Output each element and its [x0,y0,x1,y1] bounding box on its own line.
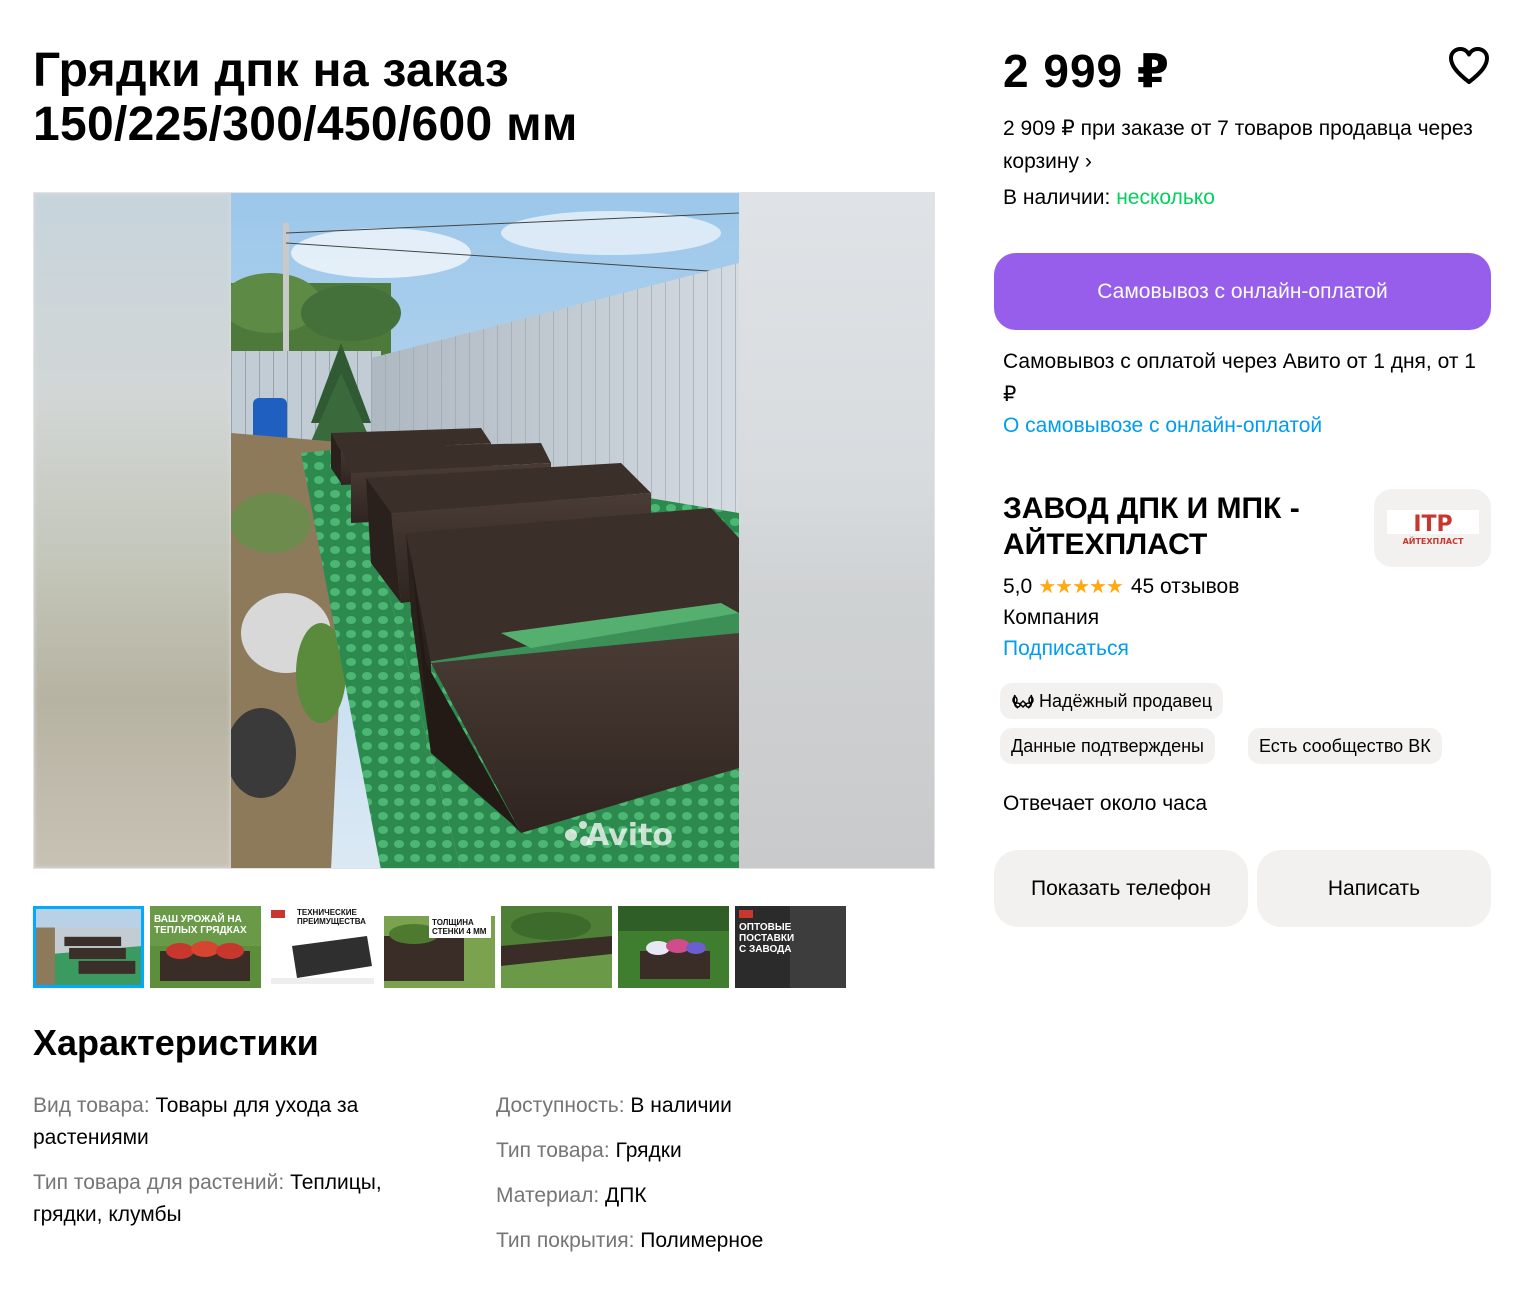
listing-title: Грядки дпк на заказ 150/225/300/450/600 … [33,44,933,152]
characteristic-key: Тип товара для растений: [33,1171,291,1194]
badge-label: Есть сообщество ВК [1259,735,1431,756]
seller-logo[interactable]: ITP АЙТЕХПЛАСТ [1374,489,1491,567]
gallery-blur-right [737,193,934,868]
stock-status: В наличии: несколько [1003,182,1215,214]
thumbnail-1[interactable] [33,906,144,988]
thumbnail-7[interactable]: ОПТОВЫЕ ПОСТАВКИ С ЗАВОДА [735,906,846,988]
listing-title-line2: 150/225/300/450/600 мм [33,98,578,151]
seller-logo-subtext: АЙТЕХПЛАСТ [1402,535,1463,546]
characteristic-value: Грядки [615,1139,682,1162]
bulk-discount-link[interactable]: 2 909 ₽ при заказе от 7 товаров продавца… [1003,112,1493,178]
main-product-photo[interactable]: Avito [231,193,739,869]
main-image-gallery[interactable]: Avito [33,192,935,869]
thumbnail-caption: ТЕХНИЧЕСКИЕ ПРЕИМУЩЕСТВА [297,908,366,926]
characteristic-value: Полимерное [640,1229,764,1252]
badge-reliable-seller: Надёжный продавец [1000,683,1224,719]
favorite-heart-icon[interactable] [1448,46,1490,86]
pickup-online-payment-button[interactable]: Самовывоз с онлайн-оплатой [994,253,1491,330]
reviews-count: 45 отзывов [1130,575,1240,598]
seller-rating[interactable]: 5,0 ★★★★★ 45 отзывов [1003,572,1239,602]
stock-value: несколько [1116,186,1215,209]
characteristic-value: ДПК [605,1184,647,1207]
thumbnail-3[interactable]: ТЕХНИЧЕСКИЕ ПРЕИМУЩЕСТВА [267,906,378,988]
thumbnail-caption: ВАШ УРОЖАЙ НА ТЕПЛЫХ ГРЯДКАХ [154,914,247,936]
laurel-icon [1012,694,1034,709]
characteristic-key: Доступность: [496,1094,631,1117]
thumbnail-4[interactable]: ТОЛЩИНА СТЕНКИ 4 мм [384,906,495,988]
characteristic-row: Вид товара: Товары для ухода за растения… [33,1090,453,1154]
thumbnail-2[interactable]: ВАШ УРОЖАЙ НА ТЕПЛЫХ ГРЯДКАХ [150,906,261,988]
badge-label: Данные подтверждены [1011,735,1204,756]
seller-type: Компания [1003,606,1100,629]
price: 2 999 ₽ [1003,45,1170,97]
seller-logo-image: ITP АЙТЕХПЛАСТ [1386,510,1479,546]
characteristic-key: Тип покрытия: [496,1229,641,1252]
characteristic-key: Тип товара: [496,1139,616,1162]
characteristic-key: Материал: [496,1184,606,1207]
characteristics-left-column: Вид товара: Товары для ухода за растения… [33,1090,453,1244]
thumbnail-5[interactable] [501,906,612,988]
seller-name[interactable]: ЗАВОД ДПК И МПК - АЙТЕХПЛАСТ [1003,491,1353,563]
characteristic-row: Материал: ДПК [496,1180,916,1212]
response-time: Отвечает около часа [1003,792,1208,815]
characteristics-right-column: Доступность: В наличии Тип товара: Грядк… [496,1090,916,1270]
stock-label: В наличии: [1003,186,1117,209]
characteristic-key: Вид товара: [33,1094,156,1117]
show-phone-button[interactable]: Показать телефон [994,850,1248,927]
rating-stars-icon: ★★★★★ [1038,576,1124,598]
characteristic-row: Тип товара для растений: Теплицы, грядки… [33,1167,453,1231]
characteristic-row: Тип покрытия: Полимерное [496,1225,916,1257]
characteristic-value: В наличии [630,1094,732,1117]
characteristics-title: Характеристики [33,1022,319,1063]
rating-value: 5,0 [1003,575,1033,598]
badge-data-verified: Данные подтверждены [1000,728,1215,764]
pickup-info-link[interactable]: О самовывозе с онлайн-оплатой [1003,410,1322,442]
badge-label: Надёжный продавец [1039,690,1213,711]
gallery-blur-left [34,193,231,868]
characteristic-row: Доступность: В наличии [496,1090,916,1122]
thumbnail-caption: ТОЛЩИНА СТЕНКИ 4 мм [432,918,487,936]
avito-watermark: Avito [586,818,673,853]
thumbnail-6[interactable] [618,906,729,988]
seller-logo-text: ITP [1413,512,1452,537]
thumbnail-caption: ОПТОВЫЕ ПОСТАВКИ С ЗАВОДА [739,922,795,955]
subscribe-link[interactable]: Подписаться [1003,634,1129,664]
write-message-button[interactable]: Написать [1257,850,1491,927]
badge-vk-community: Есть сообщество ВК [1248,728,1442,764]
characteristic-row: Тип товара: Грядки [496,1135,916,1167]
pickup-info-text: Самовывоз с оплатой через Авито от 1 дня… [1003,350,1476,406]
listing-title-line1: Грядки дпк на заказ [33,44,510,97]
